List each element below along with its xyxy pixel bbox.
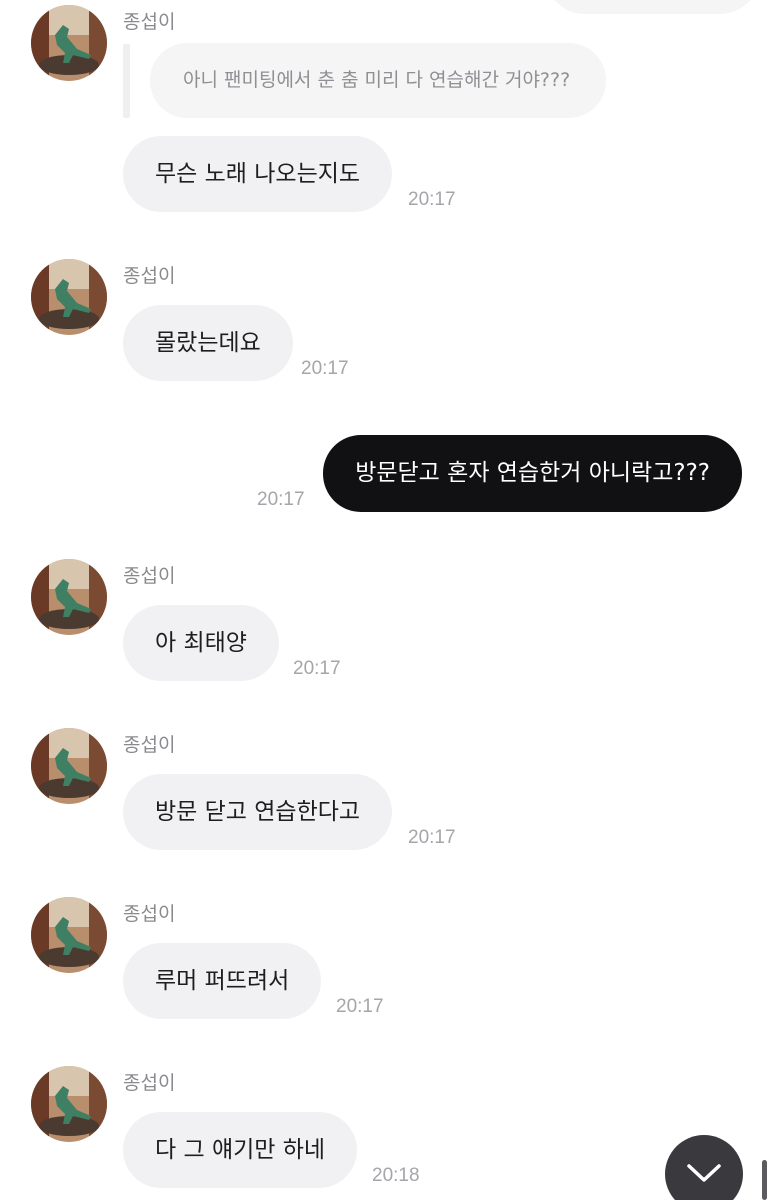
message-time: 20:17 — [257, 489, 305, 510]
message-time: 20:18 — [372, 1165, 420, 1186]
scrollbar[interactable] — [762, 1160, 767, 1200]
sender-name: 종섭이 — [123, 265, 176, 287]
avatar[interactable] — [31, 259, 107, 335]
message-bubble[interactable]: 방문 닫고 연습한다고 — [123, 774, 393, 850]
quote-bar — [123, 44, 130, 118]
message-bubble[interactable]: 몰랐는데요 — [123, 305, 293, 381]
avatar[interactable] — [31, 897, 107, 973]
avatar[interactable] — [31, 728, 107, 804]
message-time: 20:17 — [336, 996, 384, 1017]
avatar[interactable] — [31, 559, 107, 635]
avatar[interactable] — [31, 5, 107, 81]
previous-bubble-edge — [545, 0, 760, 14]
message-bubble[interactable]: 무슨 노래 나오는지도 — [123, 136, 393, 212]
message-time: 20:17 — [408, 827, 456, 848]
scroll-to-bottom-button[interactable] — [665, 1135, 743, 1200]
quoted-message[interactable]: 아니 팬미팅에서 춘 춤 미리 다 연습해간 거야??? — [150, 43, 607, 118]
sender-name: 종섭이 — [123, 1072, 176, 1094]
message-bubble[interactable]: 다 그 얘기만 하네 — [123, 1112, 358, 1188]
sender-name: 종섭이 — [123, 903, 176, 925]
sender-name: 종섭이 — [123, 734, 176, 756]
message-time: 20:17 — [293, 658, 341, 679]
my-message-bubble[interactable]: 방문닫고 혼자 연습한거 아니락고??? — [323, 435, 742, 512]
sender-name: 종섭이 — [123, 11, 176, 33]
avatar[interactable] — [31, 1066, 107, 1142]
message-time: 20:17 — [408, 189, 456, 210]
message-time: 20:17 — [301, 358, 349, 379]
message-bubble[interactable]: 루머 퍼뜨려서 — [123, 943, 322, 1019]
chevron-down-icon — [687, 1164, 721, 1182]
message-bubble[interactable]: 아 최태양 — [123, 605, 279, 681]
sender-name: 종섭이 — [123, 565, 176, 587]
